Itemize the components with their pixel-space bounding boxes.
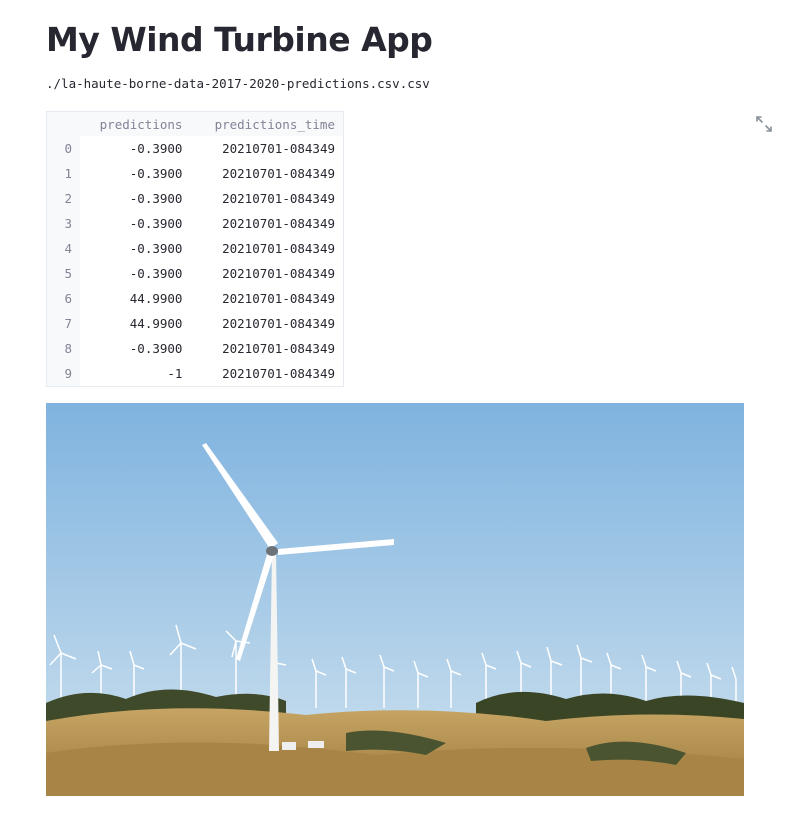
predictions-time-cell[interactable]: 20210701-084349 — [190, 211, 343, 236]
predictions-cell[interactable]: 44.9900 — [80, 311, 190, 336]
predictions-time-cell[interactable]: 20210701-084349 — [190, 236, 343, 261]
table-row[interactable]: 7 44.9900 20210701-084349 — [47, 311, 343, 336]
table-row[interactable]: 1 -0.3900 20210701-084349 — [47, 161, 343, 186]
row-index: 4 — [47, 236, 80, 261]
row-index: 7 — [47, 311, 80, 336]
table-row[interactable]: 9 -1 20210701-084349 — [47, 361, 343, 386]
predictions-cell[interactable]: -0.3900 — [80, 186, 190, 211]
predictions-cell[interactable]: -1 — [80, 361, 190, 386]
predictions-cell[interactable]: -0.3900 — [80, 236, 190, 261]
table-row[interactable]: 4 -0.3900 20210701-084349 — [47, 236, 343, 261]
table-row[interactable]: 6 44.9900 20210701-084349 — [47, 286, 343, 311]
predictions-cell[interactable]: -0.3900 — [80, 211, 190, 236]
predictions-cell[interactable]: -0.3900 — [80, 261, 190, 286]
predictions-time-cell[interactable]: 20210701-084349 — [190, 161, 343, 186]
table-row[interactable]: 2 -0.3900 20210701-084349 — [47, 186, 343, 211]
predictions-cell[interactable]: -0.3900 — [80, 136, 190, 161]
table-row[interactable]: 0 -0.3900 20210701-084349 — [47, 136, 343, 161]
row-index: 3 — [47, 211, 80, 236]
predictions-cell[interactable]: 44.9900 — [80, 286, 190, 311]
row-index: 0 — [47, 136, 80, 161]
file-path-text: ./la-haute-borne-data-2017-2020-predicti… — [46, 76, 430, 91]
index-column-header — [47, 112, 80, 136]
row-index: 1 — [47, 161, 80, 186]
predictions-cell[interactable]: -0.3900 — [80, 336, 190, 361]
row-index: 2 — [47, 186, 80, 211]
predictions-cell[interactable]: -0.3900 — [80, 161, 190, 186]
predictions-time-cell[interactable]: 20210701-084349 — [190, 136, 343, 161]
wind-farm-photo — [46, 403, 744, 796]
predictions-time-cell[interactable]: 20210701-084349 — [190, 361, 343, 386]
row-index: 5 — [47, 261, 80, 286]
table-row[interactable]: 8 -0.3900 20210701-084349 — [47, 336, 343, 361]
predictions-time-cell[interactable]: 20210701-084349 — [190, 336, 343, 361]
column-header-predictions-time[interactable]: predictions_time — [190, 112, 343, 136]
predictions-time-cell[interactable]: 20210701-084349 — [190, 261, 343, 286]
dataframe-table[interactable]: predictions predictions_time 0 -0.3900 202… — [46, 111, 344, 387]
table-header-row: predictions predictions_time — [47, 112, 343, 136]
predictions-time-cell[interactable]: 20210701-084349 — [190, 286, 343, 311]
row-index: 9 — [47, 361, 80, 386]
predictions-time-cell[interactable]: 20210701-084349 — [190, 186, 343, 211]
row-index: 8 — [47, 336, 80, 361]
row-index: 6 — [47, 286, 80, 311]
expand-icon[interactable] — [755, 115, 773, 133]
column-header-predictions[interactable]: predictions — [80, 112, 191, 136]
page-title: My Wind Turbine App — [46, 20, 433, 59]
predictions-time-cell[interactable]: 20210701-084349 — [190, 311, 343, 336]
table-row[interactable]: 3 -0.3900 20210701-084349 — [47, 211, 343, 236]
table-row[interactable]: 5 -0.3900 20210701-084349 — [47, 261, 343, 286]
